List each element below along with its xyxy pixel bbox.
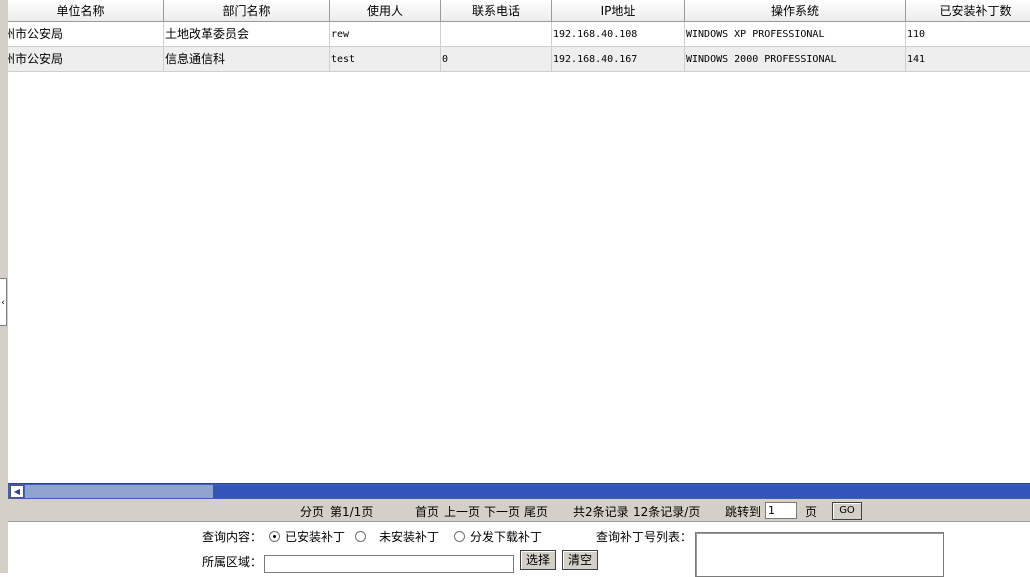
cell-unit: 州市公安局 (8, 22, 164, 47)
column-header-ip[interactable]: IP地址 (552, 0, 685, 22)
total-records: 共2条记录 (573, 505, 629, 519)
horizontal-scrollbar[interactable]: ◀ (8, 483, 1030, 499)
table-row[interactable]: 州市公安局 土地改革委员会 rew 192.168.40.108 WINDOWS… (8, 22, 1030, 47)
scroll-left-button[interactable]: ◀ (10, 485, 24, 498)
first-page-link[interactable]: 首页 (415, 503, 439, 520)
scrollbar-track[interactable] (213, 485, 1030, 498)
data-grid: 单位名称 部门名称 使用人 联系电话 IP地址 操作系统 已安装补丁数 州市公安… (8, 0, 1030, 483)
cell-phone (441, 22, 552, 47)
query-content-label: 查询内容： (202, 530, 263, 544)
jump-page-input[interactable] (765, 502, 797, 519)
cell-user: test (330, 47, 441, 72)
cell-unit: 州市公安局 (8, 47, 164, 72)
column-header-patches[interactable]: 已安装补丁数 (906, 0, 1030, 22)
cell-patches: 141 (906, 47, 1030, 72)
page-info: 第1/1页 (330, 505, 374, 519)
scrollbar-thumb[interactable] (25, 485, 213, 498)
cell-phone: 0 (441, 47, 552, 72)
radio-not-installed-label[interactable]: 未安装补丁 (379, 528, 439, 545)
cell-patches: 110 (906, 22, 1030, 47)
column-header-unit[interactable]: 单位名称 (8, 0, 164, 22)
cell-os: WINDOWS 2000 PROFESSIONAL (685, 47, 906, 72)
cell-os: WINDOWS XP PROFESSIONAL (685, 22, 906, 47)
radio-not-installed[interactable] (355, 531, 366, 542)
radio-installed-label[interactable]: 已安装补丁 (285, 528, 345, 545)
patch-list-label: 查询补丁号列表： (596, 530, 693, 544)
go-button[interactable]: GO (832, 502, 862, 520)
radio-distributed[interactable] (454, 531, 465, 542)
area-input[interactable] (264, 555, 514, 573)
clear-button[interactable]: 清空 (562, 550, 598, 570)
column-header-user[interactable]: 使用人 (330, 0, 441, 22)
page-unit-label: 页 (805, 505, 818, 519)
radio-distributed-label[interactable]: 分发下载补丁 (470, 528, 542, 545)
column-header-dept[interactable]: 部门名称 (164, 0, 330, 22)
column-header-phone[interactable]: 联系电话 (441, 0, 552, 22)
select-button[interactable]: 选择 (520, 550, 556, 570)
cell-user: rew (330, 22, 441, 47)
area-label: 所属区域： (202, 555, 263, 569)
collapse-handle[interactable]: ‹ (0, 278, 7, 326)
cell-dept: 土地改革委员会 (164, 22, 330, 47)
prev-page-link[interactable]: 上一页 (444, 503, 480, 520)
cell-ip: 192.168.40.108 (552, 22, 685, 47)
last-page-link[interactable]: 尾页 (524, 503, 548, 520)
patch-list-textarea[interactable] (695, 532, 944, 577)
next-page-link[interactable]: 下一页 (484, 503, 520, 520)
pager-label: 分页 (300, 505, 325, 519)
arrow-left-icon: ◀ (13, 487, 21, 496)
pagination-bar: 分页 第1/1页 首页 上一页 下一页 尾页 共2条记录 12条记录/页 跳转到… (8, 499, 1030, 522)
query-panel: 查询内容： 已安装补丁 未安装补丁 分发下载补丁 查询补丁号列表： 所属区域： … (8, 522, 1030, 577)
radio-installed[interactable] (269, 531, 280, 542)
cell-dept: 信息通信科 (164, 47, 330, 72)
column-header-os[interactable]: 操作系统 (685, 0, 906, 22)
table-row[interactable]: 州市公安局 信息通信科 test 0 192.168.40.167 WINDOW… (8, 47, 1030, 72)
table-header: 单位名称 部门名称 使用人 联系电话 IP地址 操作系统 已安装补丁数 (8, 0, 1030, 22)
chevron-left-icon: ‹ (1, 298, 5, 308)
cell-ip: 192.168.40.167 (552, 47, 685, 72)
jump-label: 跳转到 (725, 505, 762, 519)
records-per-page: 12条记录/页 (633, 505, 701, 519)
